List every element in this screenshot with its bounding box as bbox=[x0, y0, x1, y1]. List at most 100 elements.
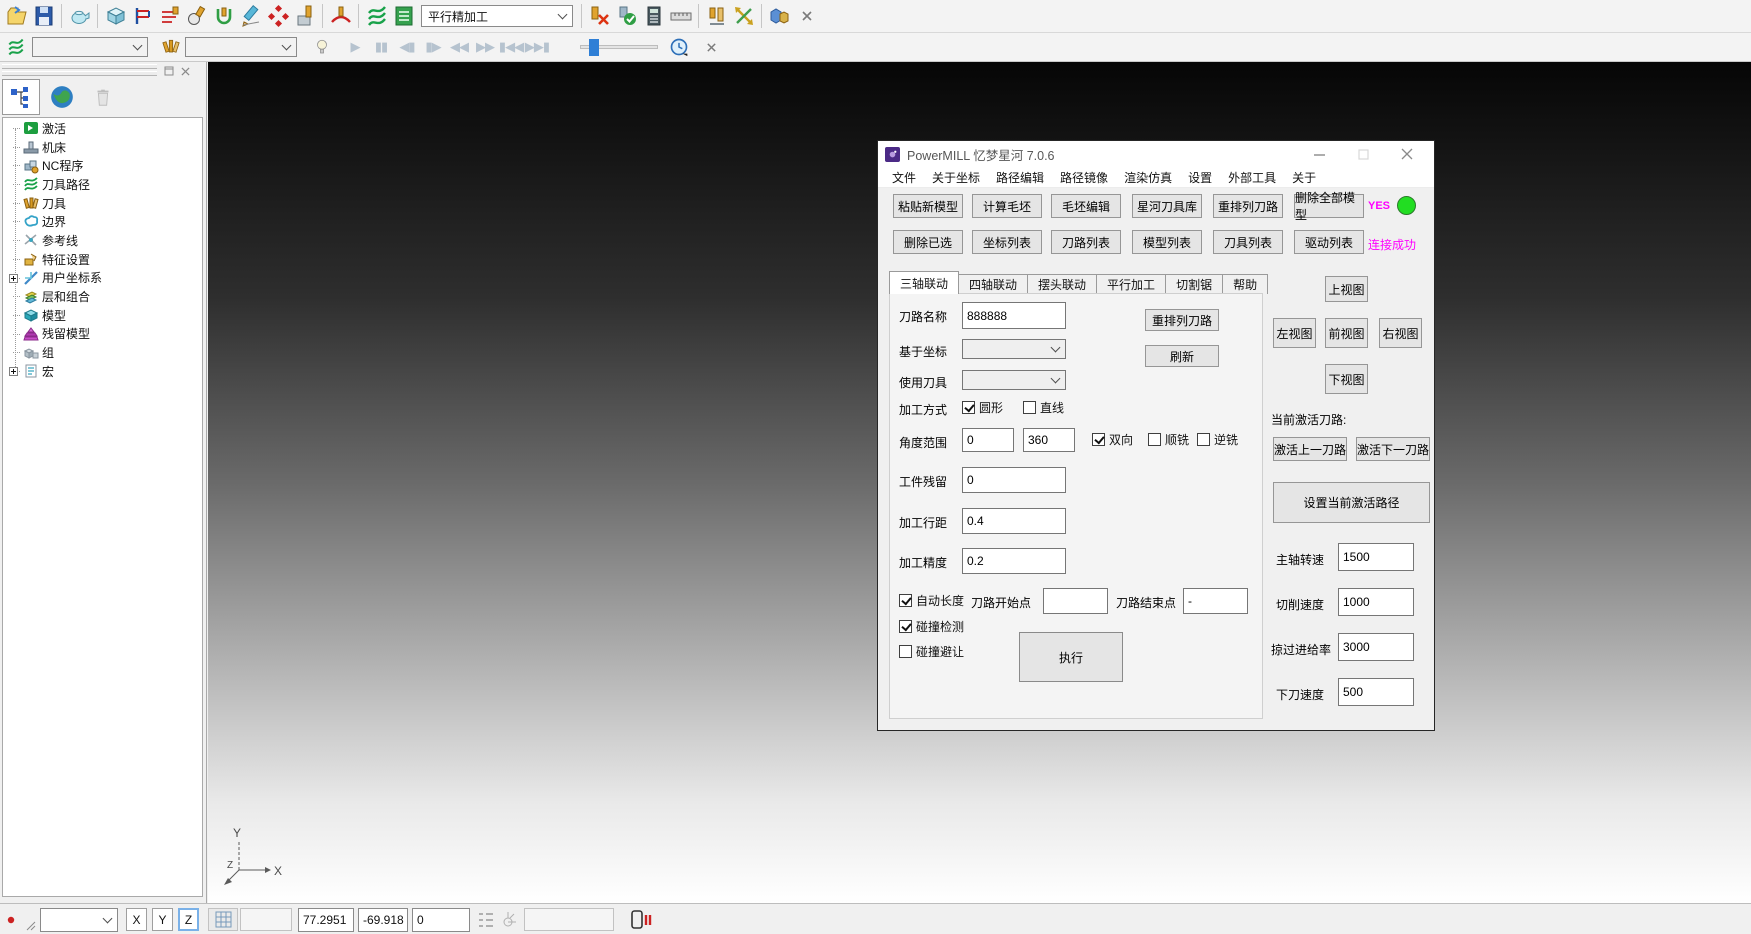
sim-go-end-button[interactable]: ▶▶▮ bbox=[524, 40, 550, 55]
save-project-button[interactable] bbox=[30, 3, 57, 30]
skim-feed-input[interactable] bbox=[1338, 633, 1414, 661]
powermill-logo-button2[interactable] bbox=[3, 35, 28, 59]
import-model-button[interactable] bbox=[66, 3, 93, 30]
tree-item-layers[interactable]: 层和组合 bbox=[5, 287, 202, 306]
tree-item-feature-set[interactable]: 特征设置 bbox=[5, 250, 202, 269]
tree-expander-icon[interactable] bbox=[9, 274, 18, 283]
sim-step-forward-button[interactable]: ▮▶ bbox=[420, 40, 446, 55]
drive-list-button[interactable]: 驱动列表 bbox=[1294, 230, 1364, 254]
angle-to-input[interactable] bbox=[1023, 428, 1075, 452]
menu-about[interactable]: 关于 bbox=[1284, 169, 1324, 186]
status-workplane-select[interactable] bbox=[40, 908, 118, 932]
menu-file[interactable]: 文件 bbox=[884, 169, 924, 186]
tolerance-input[interactable] bbox=[962, 548, 1066, 574]
tree-expander-icon[interactable] bbox=[9, 367, 18, 376]
menu-settings[interactable]: 设置 bbox=[1180, 169, 1220, 186]
start-point-button[interactable] bbox=[183, 3, 210, 30]
start-point-input[interactable] bbox=[1043, 588, 1108, 614]
menu-path-mirror[interactable]: 路径镜像 bbox=[1052, 169, 1116, 186]
sim-light-button[interactable] bbox=[309, 35, 334, 59]
tree-item-tools[interactable]: 刀具 bbox=[5, 194, 202, 213]
sim-toolpath-select[interactable] bbox=[32, 37, 148, 57]
refresh-button[interactable]: 刷新 bbox=[1145, 345, 1219, 367]
rearrange-toolpaths-button[interactable]: 重排列刀路 bbox=[1213, 194, 1283, 218]
panel-close-button[interactable] bbox=[179, 65, 192, 77]
model-list-button[interactable]: 模型列表 bbox=[1132, 230, 1202, 254]
sim-tools-button[interactable] bbox=[158, 35, 183, 59]
powermill-logo-button[interactable] bbox=[363, 3, 390, 30]
tree-item-workplanes[interactable]: 用户坐标系 bbox=[5, 269, 202, 288]
delete-selected-button[interactable]: 删除已选 bbox=[893, 230, 963, 254]
sim-go-start-button[interactable]: ▮◀◀ bbox=[498, 40, 524, 55]
measure-button[interactable] bbox=[667, 3, 694, 30]
explorer-tree-tab[interactable] bbox=[2, 79, 40, 115]
model-compare-button[interactable] bbox=[766, 3, 793, 30]
tool-list-button[interactable]: 刀具列表 bbox=[1213, 230, 1283, 254]
collision-avoid-checkbox[interactable]: 碰撞避让 bbox=[899, 643, 964, 660]
coord-select[interactable] bbox=[962, 339, 1066, 359]
climb-checkbox[interactable]: 顺铣 bbox=[1148, 431, 1189, 448]
tree-item-nc-program[interactable]: NC程序 bbox=[5, 156, 202, 175]
toolbar1-close-button[interactable] bbox=[793, 3, 820, 30]
strategy-select[interactable]: 平行精加工 bbox=[421, 5, 573, 27]
toolpath-button[interactable] bbox=[156, 3, 183, 30]
points-button[interactable] bbox=[264, 3, 291, 30]
paste-model-button[interactable]: 粘贴新模型 bbox=[893, 194, 963, 218]
end-point-input[interactable] bbox=[1183, 588, 1248, 614]
tab-help[interactable]: 帮助 bbox=[1222, 274, 1268, 294]
coord-y-field[interactable]: -69.918 bbox=[358, 908, 408, 932]
scale-button[interactable] bbox=[730, 3, 757, 30]
circle-checkbox[interactable]: 圆形 bbox=[962, 399, 1003, 416]
sim-pause-button[interactable]: ▮▮ bbox=[368, 40, 394, 55]
sim-rewind-button[interactable]: ◀◀ bbox=[446, 40, 472, 55]
tool-pair-button[interactable] bbox=[703, 3, 730, 30]
menu-path-edit[interactable]: 路径编辑 bbox=[988, 169, 1052, 186]
menu-render-sim[interactable]: 渲染仿真 bbox=[1116, 169, 1180, 186]
trash-tab[interactable] bbox=[84, 79, 122, 115]
execute-button[interactable]: 执行 bbox=[1019, 632, 1123, 682]
minimize-button[interactable] bbox=[1302, 141, 1336, 167]
tool-delete-button[interactable] bbox=[586, 3, 613, 30]
tree-item-toolpaths[interactable]: 刀具路径 bbox=[5, 175, 202, 194]
delete-all-models-button[interactable]: 删除全部模型 bbox=[1294, 194, 1364, 218]
maximize-button[interactable] bbox=[1346, 141, 1380, 167]
sim-step-back-button[interactable]: ◀▮ bbox=[394, 40, 420, 55]
calculator-button[interactable] bbox=[640, 3, 667, 30]
coord-x-field[interactable]: 77.2951 bbox=[298, 908, 354, 932]
collision-check-checkbox[interactable]: 碰撞检测 bbox=[899, 618, 964, 635]
tool-library-button[interactable]: 星河刀具库 bbox=[1132, 194, 1202, 218]
tree-item-boundary[interactable]: 边界 bbox=[5, 212, 202, 231]
grid-toggle-button[interactable] bbox=[208, 908, 238, 931]
sim-play-button[interactable]: ▶ bbox=[342, 40, 368, 55]
menu-external-tools[interactable]: 外部工具 bbox=[1220, 169, 1284, 186]
menu-about-coords[interactable]: 关于坐标 bbox=[924, 169, 988, 186]
open-project-button[interactable] bbox=[3, 3, 30, 30]
bidirectional-checkbox[interactable]: 双向 bbox=[1092, 431, 1133, 448]
axis-z-button[interactable]: Z bbox=[178, 908, 199, 931]
tab-3axis[interactable]: 三轴联动 bbox=[889, 271, 959, 294]
tool-holder-button[interactable] bbox=[291, 3, 318, 30]
grid-size-field[interactable] bbox=[240, 908, 292, 931]
panel-float-button[interactable] bbox=[162, 65, 175, 77]
rapid-heights-button[interactable] bbox=[129, 3, 156, 30]
right-view-button[interactable]: 右视图 bbox=[1379, 318, 1422, 348]
tool-verify-button[interactable] bbox=[613, 3, 640, 30]
front-view-button[interactable]: 前视图 bbox=[1325, 318, 1368, 348]
leads-links-button[interactable] bbox=[210, 3, 237, 30]
tree-item-groups[interactable]: 组 bbox=[5, 343, 202, 362]
sim-speed-slider-handle[interactable] bbox=[589, 39, 599, 56]
coord-z-field[interactable]: 0 bbox=[412, 908, 470, 932]
conventional-checkbox[interactable]: 逆铣 bbox=[1197, 431, 1238, 448]
compute-block-button[interactable]: 计算毛坯 bbox=[972, 194, 1042, 218]
tab-tilt-head[interactable]: 摆头联动 bbox=[1027, 274, 1097, 294]
tab-saw[interactable]: 切割锯 bbox=[1165, 274, 1223, 294]
axis-x-button[interactable]: X bbox=[126, 908, 147, 931]
tab-4axis[interactable]: 四轴联动 bbox=[958, 274, 1028, 294]
top-view-button[interactable]: 上视图 bbox=[1325, 276, 1368, 302]
activate-next-button[interactable]: 激活下一刀路 bbox=[1356, 437, 1430, 461]
tree-item-models[interactable]: 模型 bbox=[5, 306, 202, 325]
toolpath-list-button[interactable]: 刀路列表 bbox=[1051, 230, 1121, 254]
tree-item-activate[interactable]: 激活 bbox=[5, 119, 202, 138]
axis-y-button[interactable]: Y bbox=[152, 908, 173, 931]
line-checkbox[interactable]: 直线 bbox=[1023, 399, 1064, 416]
